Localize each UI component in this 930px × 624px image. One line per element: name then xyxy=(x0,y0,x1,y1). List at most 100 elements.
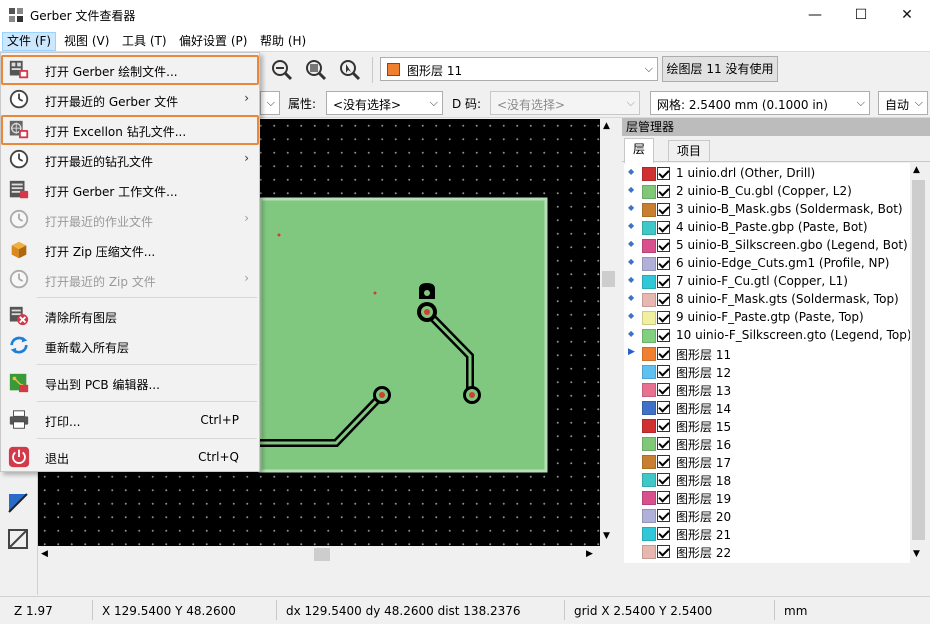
canvas-horizontal-scrollbar[interactable]: ◀ ▶ xyxy=(38,546,600,563)
layer-row[interactable]: 图形层 12 xyxy=(624,363,910,381)
menu-help[interactable]: 帮助 (H) xyxy=(256,32,310,51)
layer-visibility-checkbox[interactable] xyxy=(657,419,670,432)
layer-row[interactable]: ◆ 5 uinio-B_Silkscreen.gbo (Legend, Bot) xyxy=(624,237,910,255)
file-menu-item[interactable]: 打印... Ctrl+P xyxy=(1,405,259,435)
layer-visibility-checkbox[interactable] xyxy=(657,275,670,288)
layer-visibility-checkbox[interactable] xyxy=(657,365,670,378)
layer-color-swatch[interactable] xyxy=(642,383,656,397)
layer-row[interactable]: 图形层 16 xyxy=(624,435,910,453)
file-menu-item[interactable]: 退出 Ctrl+Q xyxy=(1,442,259,472)
layer-visibility-checkbox[interactable] xyxy=(657,203,670,216)
file-menu-item[interactable]: 打开 Gerber 绘制文件... xyxy=(1,55,259,85)
layer-row[interactable]: 图形层 14 xyxy=(624,399,910,417)
layer-row[interactable]: ◆ 7 uinio-F_Cu.gtl (Copper, L1) xyxy=(624,273,910,291)
layer-visibility-checkbox[interactable] xyxy=(657,383,670,396)
menu-tools[interactable]: 工具 (T) xyxy=(118,32,171,51)
layer-row[interactable]: ◆ 1 uinio.drl (Other, Drill) xyxy=(624,165,910,183)
layer-color-swatch[interactable] xyxy=(642,455,656,469)
layer-color-swatch[interactable] xyxy=(642,203,656,217)
zoom-fit-icon[interactable] xyxy=(304,58,328,82)
layer-row[interactable]: 图形层 22 xyxy=(624,543,910,561)
minimize-button[interactable]: — xyxy=(792,0,838,30)
layer-color-swatch[interactable] xyxy=(642,257,656,271)
layer-color-swatch[interactable] xyxy=(642,545,656,559)
menu-view[interactable]: 视图 (V) xyxy=(60,32,113,51)
layer-color-swatch[interactable] xyxy=(642,437,656,451)
tab-layers[interactable]: 层 xyxy=(624,138,655,163)
layer-color-swatch[interactable] xyxy=(642,239,656,253)
layer-row[interactable]: ▶ 图形层 11 xyxy=(624,345,910,363)
layer-color-swatch[interactable] xyxy=(642,293,656,307)
layer-color-swatch[interactable] xyxy=(642,275,656,289)
layer-visibility-checkbox[interactable] xyxy=(657,437,670,450)
layer-row[interactable]: ◆ 2 uinio-B_Cu.gbl (Copper, L2) xyxy=(624,183,910,201)
layer-color-swatch[interactable] xyxy=(642,311,656,325)
scroll-left-icon[interactable]: ◀ xyxy=(41,549,48,559)
scroll-up-icon[interactable]: ▲ xyxy=(913,165,920,175)
layer-color-swatch[interactable] xyxy=(642,419,656,433)
layer-row[interactable]: ◆ 8 uinio-F_Mask.gts (Soldermask, Top) xyxy=(624,291,910,309)
file-menu-item[interactable]: 清除所有图层 xyxy=(1,301,259,331)
layer-row[interactable]: 图形层 15 xyxy=(624,417,910,435)
layer-row[interactable]: ◆ 3 uinio-B_Mask.gbs (Soldermask, Bot) xyxy=(624,201,910,219)
layer-visibility-checkbox[interactable] xyxy=(657,491,670,504)
layer-visibility-checkbox[interactable] xyxy=(657,455,670,468)
layer-color-swatch[interactable] xyxy=(642,221,656,235)
tab-items[interactable]: 项目 xyxy=(668,140,711,162)
scroll-thumb[interactable] xyxy=(912,180,925,540)
layer-visibility-checkbox[interactable] xyxy=(657,311,670,324)
scroll-down-icon[interactable]: ▼ xyxy=(603,531,610,541)
layer-visibility-checkbox[interactable] xyxy=(657,509,670,522)
layer-color-swatch[interactable] xyxy=(642,365,656,379)
layer-visibility-checkbox[interactable] xyxy=(657,401,670,414)
file-menu-item[interactable]: 打开 Zip 压缩文件... xyxy=(1,235,259,265)
layer-visibility-checkbox[interactable] xyxy=(657,545,670,558)
file-menu-item[interactable]: 导出到 PCB 编辑器... xyxy=(1,368,259,398)
file-menu-item[interactable]: 打开 Gerber 工作文件... xyxy=(1,175,259,205)
scroll-thumb[interactable] xyxy=(602,271,615,287)
layer-visibility-checkbox[interactable] xyxy=(657,167,670,180)
layer-row[interactable]: 图形层 20 xyxy=(624,507,910,525)
maximize-button[interactable]: ☐ xyxy=(838,0,884,30)
scroll-down-icon[interactable]: ▼ xyxy=(913,549,920,559)
outline-mode-icon[interactable] xyxy=(6,527,30,551)
menu-file[interactable]: 文件 (F) xyxy=(2,32,57,51)
layer-visibility-checkbox[interactable] xyxy=(657,347,670,360)
active-layer-select[interactable]: 图形层 11 ⌵ xyxy=(380,57,658,81)
grid-select[interactable]: 网格: 2.5400 mm (0.1000 in) ⌵ xyxy=(650,91,870,115)
layer-color-swatch[interactable] xyxy=(642,167,656,181)
file-menu-item[interactable]: 打开最近的钻孔文件 › xyxy=(1,145,259,175)
zoom-select[interactable]: 自动 ⌵ xyxy=(878,91,928,115)
layer-color-swatch[interactable] xyxy=(642,527,656,541)
layer-row[interactable]: 图形层 17 xyxy=(624,453,910,471)
scroll-thumb[interactable] xyxy=(314,548,330,561)
layer-row[interactable]: ◆ 10 uinio-F_Silkscreen.gto (Legend, Top) xyxy=(624,327,910,345)
layer-list-scrollbar[interactable]: ▲ ▼ xyxy=(910,163,927,563)
scroll-right-icon[interactable]: ▶ xyxy=(586,549,593,559)
layer-row[interactable]: ◆ 6 uinio-Edge_Cuts.gm1 (Profile, NP) xyxy=(624,255,910,273)
polygon-fill-icon[interactable] xyxy=(6,491,30,515)
layer-color-swatch[interactable] xyxy=(642,401,656,415)
canvas-vertical-scrollbar[interactable]: ▲ ▼ xyxy=(600,119,617,546)
layer-visibility-checkbox[interactable] xyxy=(657,185,670,198)
layer-color-swatch[interactable] xyxy=(642,491,656,505)
layer-row[interactable]: ◆ 9 uinio-F_Paste.gtp (Paste, Top) xyxy=(624,309,910,327)
zoom-selection-icon[interactable] xyxy=(338,58,362,82)
layer-visibility-checkbox[interactable] xyxy=(657,329,670,342)
file-menu-item[interactable]: 打开 Excellon 钻孔文件... xyxy=(1,115,259,145)
layer-color-swatch[interactable] xyxy=(642,347,656,361)
layer-row[interactable]: 图形层 19 xyxy=(624,489,910,507)
layer-color-swatch[interactable] xyxy=(642,329,656,343)
layer-visibility-checkbox[interactable] xyxy=(657,257,670,270)
layer-visibility-checkbox[interactable] xyxy=(657,527,670,540)
layer-row[interactable]: 图形层 13 xyxy=(624,381,910,399)
layer-visibility-checkbox[interactable] xyxy=(657,239,670,252)
layer-visibility-checkbox[interactable] xyxy=(657,221,670,234)
layer-visibility-checkbox[interactable] xyxy=(657,293,670,306)
layer-status-button[interactable]: 绘图层 11 没有使用 xyxy=(662,56,778,82)
layer-visibility-checkbox[interactable] xyxy=(657,473,670,486)
layer-color-swatch[interactable] xyxy=(642,509,656,523)
close-button[interactable]: ✕ xyxy=(884,0,930,30)
layer-row[interactable]: ◆ 4 uinio-B_Paste.gbp (Paste, Bot) xyxy=(624,219,910,237)
zoom-out-icon[interactable] xyxy=(270,58,294,82)
